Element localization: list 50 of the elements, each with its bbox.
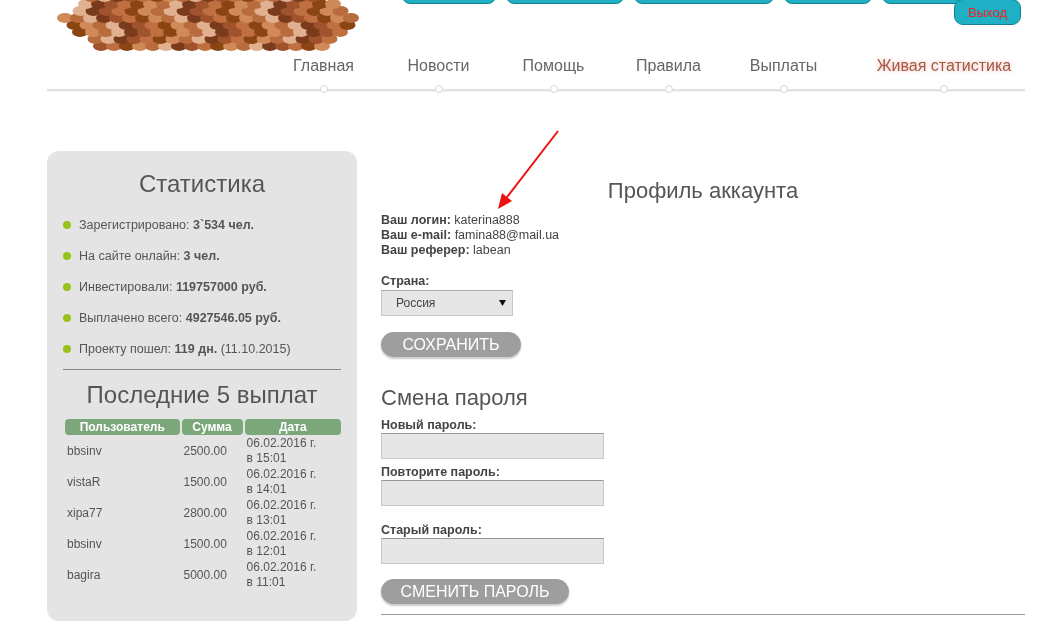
page-title: Профиль аккаунта — [606, 177, 800, 205]
table-cell-text: bbsinv — [66, 442, 103, 460]
nav-link[interactable]: Главная — [266, 53, 381, 79]
caret-icon — [499, 300, 506, 306]
field-label: Новый пароль: — [381, 418, 478, 432]
table-cell-text: 06.02.2016 г. в 11:01 — [245, 559, 318, 590]
bullet-icon — [63, 282, 71, 291]
table-cell-text: 06.02.2016 г. в 12:01 — [245, 528, 318, 559]
nav-link[interactable]: Выплаты — [726, 53, 841, 79]
table-cell-text: bagira — [66, 566, 102, 584]
column-header: Дата — [244, 419, 341, 435]
table-cell-text: 06.02.2016 г. в 14:01 — [245, 466, 318, 497]
table-cell-text: 5000.00 — [182, 566, 228, 584]
stat-text: Выплачено всего: 4927546.05 руб. — [79, 310, 281, 325]
section-title: Смена пароля — [381, 384, 529, 412]
panel-title: Статистика — [137, 169, 266, 199]
country-select[interactable]: Россия — [381, 290, 513, 316]
field-label: Повторите пароль: — [381, 465, 501, 479]
nav-link[interactable]: Помощь — [496, 53, 611, 79]
table-cell-text: xipa77 — [66, 504, 104, 522]
profile-info: Ваш реферер: labean — [381, 243, 512, 258]
panel-title: Последние 5 выплат — [85, 380, 319, 410]
bullet-icon — [63, 251, 71, 260]
password-field[interactable] — [381, 538, 604, 564]
nav-link[interactable]: Новости — [381, 53, 496, 79]
stat-text: На сайте онлайн: 3 чел. — [79, 248, 220, 263]
column-header: Сумма — [181, 419, 243, 435]
profile-info: Ваш логин: katerina888 — [381, 213, 521, 228]
bullet-icon — [63, 344, 71, 353]
table-cell-text: 2500.00 — [182, 442, 228, 460]
column-header: Пользователь — [65, 419, 180, 435]
stat-text: Проекту пошел: 119 дн. (11.10.2015) — [79, 341, 291, 356]
field-label: Страна: — [381, 274, 431, 288]
table-cell-text: 1500.00 — [182, 473, 228, 491]
field-label: Старый пароль: — [381, 523, 483, 537]
table-cell-text: vistaR — [66, 473, 102, 491]
table-cell-text: 2800.00 — [182, 504, 228, 522]
table-cell-text: bbsinv — [66, 535, 103, 553]
nav-link[interactable]: Правила — [611, 53, 726, 79]
password-field[interactable] — [381, 480, 604, 506]
profile-info: Ваш e-mail: famina88@mail.ua — [381, 228, 561, 243]
table-cell-text: 06.02.2016 г. в 13:01 — [245, 497, 318, 528]
table-cell-text: 06.02.2016 г. в 15:01 — [245, 435, 318, 466]
stat-text: Инвестировали: 119757000 руб. — [79, 279, 267, 294]
bullet-icon — [63, 220, 71, 229]
table-cell-text: 1500.00 — [182, 535, 228, 553]
password-field[interactable] — [381, 433, 604, 459]
nav-link[interactable]: Живая статистика — [841, 53, 1047, 79]
bullet-icon — [63, 313, 71, 322]
stat-text: Зарегистрировано: 3`534 чел. — [79, 217, 255, 232]
